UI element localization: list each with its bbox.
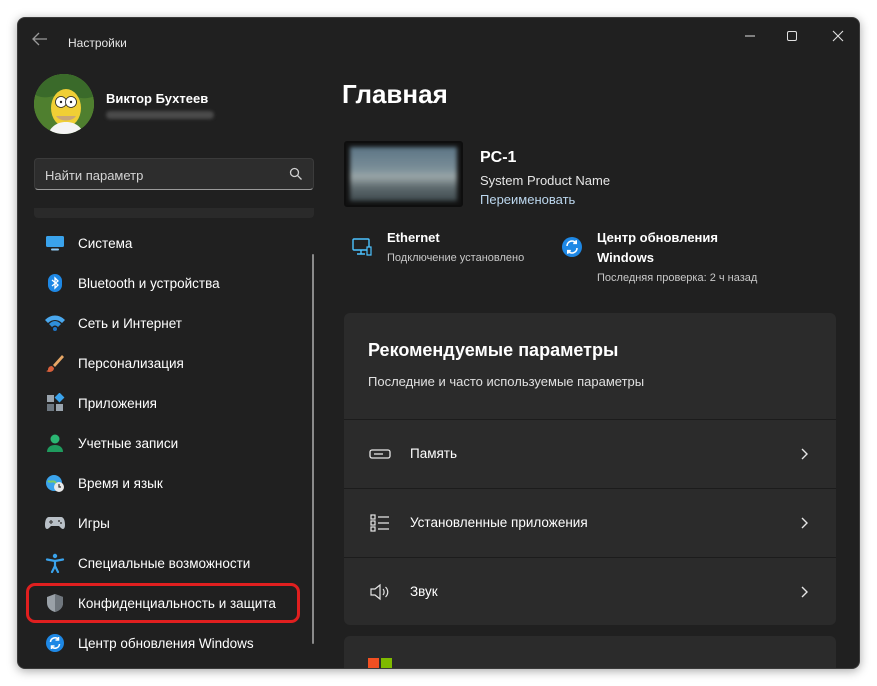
sidebar-item-windows-update[interactable]: Центр обновления Windows	[34, 623, 314, 663]
recommended-row-sound[interactable]: Звук	[344, 557, 836, 625]
row-label: Память	[410, 446, 458, 461]
speaker-icon	[368, 580, 392, 604]
avatar[interactable]	[34, 74, 94, 134]
device-model: System Product Name	[480, 173, 611, 188]
search-icon[interactable]	[289, 167, 303, 186]
sidebar-item-time-language[interactable]: Время и язык	[34, 463, 314, 503]
row-label: Звук	[410, 584, 438, 599]
wifi-icon	[44, 312, 66, 334]
search-box[interactable]	[34, 158, 314, 190]
sidebar-item-privacy-security[interactable]: Конфиденциальность и защита	[34, 583, 314, 623]
network-status[interactable]: Ethernet Подключение установлено	[351, 228, 551, 278]
device-name: PC-1	[480, 149, 517, 166]
sidebar-item-network[interactable]: Сеть и Интернет	[34, 303, 314, 343]
accessibility-icon	[44, 552, 66, 574]
close-icon[interactable]	[826, 24, 850, 48]
monitor-icon	[44, 232, 66, 254]
sidebar-item-gaming[interactable]: Игры	[34, 503, 314, 543]
chevron-right-icon	[798, 585, 810, 599]
chevron-right-icon	[798, 447, 810, 461]
sidebar-item-label: Время и язык	[78, 475, 163, 491]
sidebar-item-label: Игры	[78, 515, 110, 531]
sidebar-item-label: Специальные возможности	[78, 555, 251, 571]
sidebar-item-personalization[interactable]: Персонализация	[34, 343, 314, 383]
rename-link[interactable]: Переименовать	[480, 192, 575, 207]
microsoft-365-card	[344, 636, 836, 668]
sidebar-item-bluetooth[interactable]: Bluetooth и устройства	[34, 263, 314, 303]
chevron-right-icon	[798, 516, 810, 530]
update-icon	[44, 632, 66, 654]
sidebar-item-label: Приложения	[78, 395, 157, 411]
back-arrow-icon[interactable]	[32, 32, 48, 46]
sidebar-item-label: Конфиденциальность и защита	[78, 595, 276, 611]
sidebar-item-apps[interactable]: Приложения	[34, 383, 314, 423]
sidebar-item-label: Система	[78, 235, 133, 251]
person-icon	[44, 432, 66, 454]
update-status[interactable]: Центр обновления Windows Последняя прове…	[561, 228, 801, 288]
sidebar-item-label: Bluetooth и устройства	[78, 275, 220, 291]
nav-scroll-edge	[34, 208, 314, 218]
sidebar-item-label: Центр обновления Windows	[78, 635, 254, 651]
network-status-subtitle: Подключение установлено	[387, 252, 525, 264]
bluetooth-icon	[44, 272, 66, 294]
shield-icon	[44, 592, 66, 614]
ethernet-monitor-icon	[351, 236, 373, 258]
network-status-title: Ethernet	[387, 230, 440, 245]
profile-email-blurred	[106, 111, 214, 119]
row-label: Установленные приложения	[410, 515, 588, 530]
page-title: Главная	[342, 79, 448, 109]
update-status-title-line2: Windows	[597, 250, 654, 265]
brush-icon	[44, 352, 66, 374]
sidebar-item-label: Персонализация	[78, 355, 184, 371]
title-bar: Настройки	[18, 18, 859, 58]
profile-name: Виктор Бухтеев	[106, 91, 209, 106]
recommended-settings-card: Рекомендуемые параметры Последние и част…	[344, 313, 836, 625]
settings-window: Настройки Виктор Бухтеев Найти параметр …	[17, 17, 860, 669]
recommended-row-storage[interactable]: Память	[344, 419, 836, 487]
sidebar-item-accessibility[interactable]: Специальные возможности	[34, 543, 314, 583]
microsoft-logo-icon	[368, 658, 392, 668]
minimize-icon[interactable]	[738, 24, 762, 48]
update-status-subtitle: Последняя проверка: 2 ч назад	[597, 272, 758, 284]
maximize-icon[interactable]	[780, 24, 804, 48]
sidebar-item-system[interactable]: Система	[34, 223, 314, 263]
sidebar-item-label: Сеть и Интернет	[78, 315, 182, 331]
storage-icon	[368, 442, 392, 466]
gamepad-icon	[44, 512, 66, 534]
apps-icon	[44, 392, 66, 414]
window-title: Настройки	[68, 36, 127, 50]
sidebar-item-label: Учетные записи	[78, 435, 179, 451]
sidebar-nav: Система Bluetooth и устройства Сеть и Ин…	[34, 223, 314, 663]
device-wallpaper-thumbnail	[344, 141, 463, 207]
card-title: Рекомендуемые параметры	[368, 340, 619, 360]
search-input[interactable]	[45, 166, 275, 184]
update-status-title-line1: Центр обновления	[597, 230, 718, 245]
card-subtitle: Последние и часто используемые параметры	[368, 374, 645, 389]
update-icon	[561, 236, 583, 258]
globe-clock-icon	[44, 472, 66, 494]
app-list-icon	[368, 511, 392, 535]
sidebar-item-accounts[interactable]: Учетные записи	[34, 423, 314, 463]
recommended-row-installed-apps[interactable]: Установленные приложения	[344, 488, 836, 556]
